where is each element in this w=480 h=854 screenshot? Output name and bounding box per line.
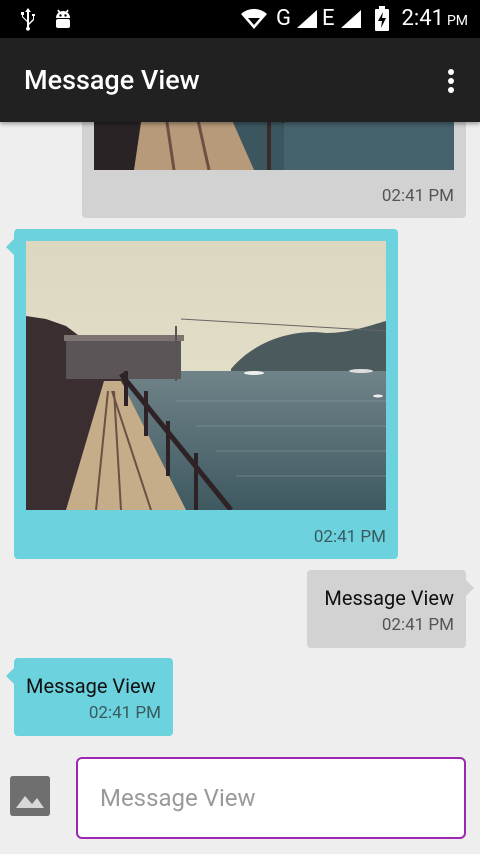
message-sent-image[interactable]: 02:41 PM — [82, 122, 466, 218]
network-type-g: G — [276, 6, 291, 31]
toolbar-title: Message View — [24, 64, 200, 96]
bubble-tail — [466, 580, 474, 596]
message-photo[interactable] — [26, 241, 386, 510]
message-timestamp: 02:41 PM — [313, 527, 386, 547]
status-bar: G E 2:41 PM — [0, 0, 480, 38]
signal-icon-1 — [297, 10, 317, 28]
message-timestamp: 02:41 PM — [88, 703, 161, 723]
message-photo[interactable] — [94, 122, 454, 170]
message-sent-text[interactable]: Message View 02:41 PM — [307, 570, 474, 648]
message-timestamp: 02:41 PM — [381, 615, 454, 635]
image-icon[interactable] — [10, 776, 50, 816]
message-list[interactable]: 02:41 PM 02:41 PM Message View 02:41 PM … — [0, 122, 480, 740]
network-type-e: E — [322, 6, 335, 31]
signal-icon-2 — [341, 10, 361, 28]
message-timestamp: 02:41 PM — [381, 186, 454, 206]
message-input-container[interactable] — [76, 757, 466, 839]
message-text: Message View — [26, 674, 156, 698]
wifi-icon — [241, 8, 267, 29]
app-toolbar: Message View — [0, 38, 480, 122]
android-debug-icon — [56, 9, 70, 28]
usb-icon — [21, 8, 35, 31]
message-text: Message View — [324, 586, 454, 610]
status-clock: 2:41 PM — [401, 6, 468, 31]
message-received-text[interactable]: Message View 02:41 PM — [6, 658, 173, 736]
message-received-image[interactable]: 02:41 PM — [6, 229, 398, 559]
more-vert-icon[interactable] — [448, 69, 454, 93]
battery-charging-icon — [375, 6, 389, 31]
message-input[interactable] — [98, 777, 442, 819]
